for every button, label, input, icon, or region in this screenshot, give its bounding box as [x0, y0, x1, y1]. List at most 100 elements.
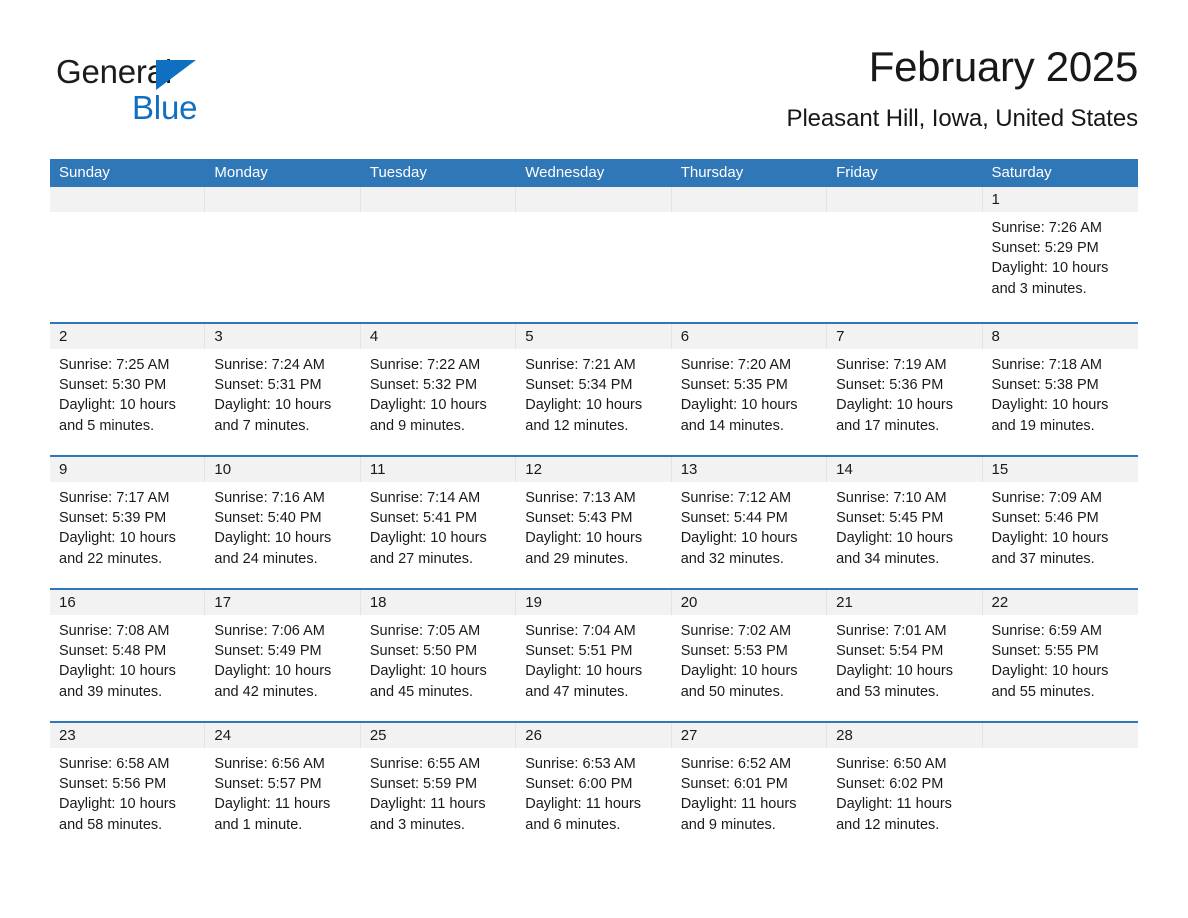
- calendar-day-cell[interactable]: 2 Sunrise: 7:25 AM Sunset: 5:30 PM Daylight…: [50, 324, 206, 455]
- calendar-day-cell[interactable]: 14 Sunrise: 7:10 AM Sunset: 5:45 PM Dayligh…: [827, 457, 983, 588]
- daylight-text: Daylight: 10 hours and 34 minutes.: [836, 530, 953, 567]
- calendar-day-cell[interactable]: 18 Sunrise: 7:05 AM Sunset: 5:50 PM Dayligh…: [360, 590, 517, 721]
- day-number: 11: [369, 461, 386, 478]
- calendar-day-cell[interactable]: 1 Sunrise: 7:26 AM Sunset: 5:29 PM Daylight…: [982, 187, 1138, 322]
- sunset-text: Sunset: 5:44 PM: [680, 510, 788, 527]
- day-details: Sunrise: 6:52 AM Sunset: 6:01 PM Daylight:…: [672, 748, 827, 835]
- daylight-text: Daylight: 10 hours and 5 minutes.: [59, 397, 176, 434]
- sunrise-text: Sunrise: 7:09 AM: [991, 490, 1102, 506]
- daylight-text: Daylight: 10 hours and 7 minutes.: [214, 397, 332, 434]
- daylight-text: Daylight: 10 hours and 32 minutes.: [680, 530, 798, 567]
- calendar-day-cell[interactable]: 23 Sunrise: 6:58 AM Sunset: 5:56 PM Dayligh…: [50, 723, 206, 854]
- day-details: Sunrise: 6:56 AM Sunset: 5:57 PM Daylight:…: [205, 748, 360, 835]
- daylight-text: Daylight: 10 hours and 55 minutes.: [991, 663, 1109, 700]
- day-number-strip: 19: [516, 590, 672, 615]
- calendar-day-cell[interactable]: 5 Sunrise: 7:21 AM Sunset: 5:34 PM Daylight…: [516, 324, 672, 455]
- sunset-text: Sunset: 5:34 PM: [525, 377, 633, 394]
- calendar-day-cell[interactable]: 7 Sunrise: 7:19 AM Sunset: 5:36 PM Daylight…: [827, 324, 983, 455]
- weekday-header-row: Sunday Monday Tuesday Wednesday Thursday Frid…: [50, 159, 1138, 187]
- calendar-day-cell[interactable]: 13 Sunrise: 7:12 AM Sunset: 5:44 PM Dayligh…: [671, 457, 828, 588]
- calendar-week-row: 2 Sunrise: 7:25 AM Sunset: 5:30 PM Daylight…: [50, 322, 1138, 455]
- sunset-text: Sunset: 5:57 PM: [214, 776, 322, 793]
- calendar-day-cell[interactable]: 26 Sunrise: 6:53 AM Sunset: 6:00 PM Dayligh…: [516, 723, 672, 854]
- calendar-day-cell[interactable]: 12 Sunrise: 7:13 AM Sunset: 5:43 PM Dayligh…: [516, 457, 672, 588]
- calendar-day-cell[interactable]: 22 Sunrise: 6:59 AM Sunset: 5:55 PM Dayligh…: [982, 590, 1138, 721]
- calendar-day-cell[interactable]: 24 Sunrise: 6:56 AM Sunset: 5:57 PM Dayligh…: [205, 723, 361, 854]
- sunrise-text: Sunrise: 7:08 AM: [59, 623, 170, 639]
- day-number-strip: 18: [360, 590, 517, 615]
- day-number: 10: [214, 461, 232, 478]
- day-details: Sunrise: 7:17 AM Sunset: 5:39 PM Daylight:…: [50, 482, 205, 569]
- day-number: 3: [214, 328, 223, 345]
- daylight-text: Daylight: 10 hours and 29 minutes.: [525, 530, 643, 567]
- daylight-text: Daylight: 10 hours and 42 minutes.: [214, 663, 332, 700]
- calendar-day-cell[interactable]: 8 Sunrise: 7:18 AM Sunset: 5:38 PM Daylight…: [982, 324, 1138, 455]
- day-details: Sunrise: 7:18 AM Sunset: 5:38 PM Daylight:…: [983, 349, 1138, 436]
- sunset-text: Sunset: 5:30 PM: [59, 377, 167, 394]
- day-number-strip: [360, 187, 517, 212]
- day-number-strip: 2: [50, 324, 206, 349]
- day-number-strip: 22: [982, 590, 1138, 615]
- weekday-header-saturday: Saturday: [991, 164, 1052, 181]
- calendar-day-cell[interactable]: 28 Sunrise: 6:50 AM Sunset: 6:02 PM Dayligh…: [827, 723, 983, 854]
- sunrise-text: Sunrise: 6:53 AM: [525, 756, 636, 772]
- sunset-text: Sunset: 5:43 PM: [525, 510, 633, 527]
- sunrise-text: Sunrise: 7:21 AM: [525, 357, 636, 373]
- logo-text-blue: Blue: [132, 89, 198, 126]
- day-number: 15: [991, 461, 1009, 478]
- day-details: Sunrise: 7:02 AM Sunset: 5:53 PM Daylight:…: [672, 615, 827, 702]
- day-number: 23: [59, 727, 76, 744]
- day-number-strip: [50, 187, 206, 212]
- sunrise-text: Sunrise: 7:13 AM: [525, 490, 636, 506]
- sunrise-text: Sunrise: 7:05 AM: [369, 623, 481, 639]
- weekday-header-monday: Monday: [214, 164, 268, 181]
- generalblue-logo[interactable]: General Blue: [56, 52, 256, 130]
- calendar-week-row: 16 Sunrise: 7:08 AM Sunset: 5:48 PM Dayligh…: [50, 588, 1138, 721]
- sunset-text: Sunset: 5:36 PM: [836, 377, 944, 394]
- day-number-strip: 10: [205, 457, 361, 482]
- calendar-day-cell[interactable]: 11 Sunrise: 7:14 AM Sunset: 5:41 PM Dayligh…: [360, 457, 517, 588]
- day-number-strip: 20: [671, 590, 828, 615]
- calendar-week-row: 9 Sunrise: 7:17 AM Sunset: 5:39 PM Daylight…: [50, 455, 1138, 588]
- calendar-day-cell[interactable]: 17 Sunrise: 7:06 AM Sunset: 5:49 PM Dayligh…: [205, 590, 361, 721]
- day-number-strip: 27: [671, 723, 828, 748]
- calendar-day-cell[interactable]: 25 Sunrise: 6:55 AM Sunset: 5:59 PM Dayligh…: [360, 723, 517, 854]
- daylight-text: Daylight: 10 hours and 27 minutes.: [369, 530, 487, 567]
- day-number-strip: [982, 723, 1138, 748]
- sunrise-text: Sunrise: 6:50 AM: [836, 756, 947, 772]
- daylight-text: Daylight: 10 hours and 53 minutes.: [836, 663, 953, 700]
- calendar-day-cell[interactable]: 27 Sunrise: 6:52 AM Sunset: 6:01 PM Dayligh…: [671, 723, 828, 854]
- sunrise-text: Sunrise: 7:01 AM: [836, 623, 947, 639]
- day-details: Sunrise: 7:20 AM Sunset: 5:35 PM Daylight:…: [672, 349, 827, 436]
- sunrise-text: Sunrise: 6:52 AM: [680, 756, 792, 772]
- sunset-text: Sunset: 5:31 PM: [214, 377, 322, 394]
- daylight-text: Daylight: 10 hours and 58 minutes.: [59, 796, 176, 833]
- calendar-day-cell[interactable]: 4 Sunrise: 7:22 AM Sunset: 5:32 PM Daylight…: [360, 324, 517, 455]
- day-details: Sunrise: 6:50 AM Sunset: 6:02 PM Daylight:…: [827, 748, 982, 835]
- sunset-text: Sunset: 5:59 PM: [369, 776, 478, 793]
- daylight-text: Daylight: 10 hours and 47 minutes.: [525, 663, 643, 700]
- day-details: Sunrise: 7:26 AM Sunset: 5:29 PM Daylight:…: [983, 212, 1138, 299]
- day-number-strip: 17: [205, 590, 361, 615]
- sunset-text: Sunset: 5:46 PM: [991, 510, 1099, 527]
- calendar-day-cell[interactable]: 15 Sunrise: 7:09 AM Sunset: 5:46 PM Dayligh…: [982, 457, 1138, 588]
- daylight-text: Daylight: 10 hours and 45 minutes.: [369, 663, 487, 700]
- calendar-day-cell[interactable]: 3 Sunrise: 7:24 AM Sunset: 5:31 PM Daylight…: [205, 324, 361, 455]
- calendar-day-cell[interactable]: 16 Sunrise: 7:08 AM Sunset: 5:48 PM Dayligh…: [50, 590, 206, 721]
- sunset-text: Sunset: 5:35 PM: [680, 377, 788, 394]
- calendar-day-cell[interactable]: 9 Sunrise: 7:17 AM Sunset: 5:39 PM Daylight…: [50, 457, 206, 588]
- location-subtitle: Pleasant Hill, Iowa, United States: [786, 105, 1139, 132]
- day-number: 4: [369, 328, 379, 345]
- calendar-grid: Sunday Monday Tuesday Wednesday Thursday Frid…: [50, 159, 1138, 854]
- calendar-day-cell[interactable]: 6 Sunrise: 7:20 AM Sunset: 5:35 PM Daylight…: [671, 324, 828, 455]
- calendar-day-cell[interactable]: 20 Sunrise: 7:02 AM Sunset: 5:53 PM Dayligh…: [671, 590, 828, 721]
- day-number: 5: [525, 328, 534, 345]
- calendar-day-cell[interactable]: 21 Sunrise: 7:01 AM Sunset: 5:54 PM Dayligh…: [827, 590, 983, 721]
- calendar-week-row: 1 Sunrise: 7:26 AM Sunset: 5:29 PM Daylight…: [50, 187, 1138, 322]
- calendar-day-cell[interactable]: 10 Sunrise: 7:16 AM Sunset: 5:40 PM Dayligh…: [205, 457, 361, 588]
- day-details: Sunrise: 7:10 AM Sunset: 5:45 PM Daylight:…: [827, 482, 982, 569]
- sunrise-text: Sunrise: 7:20 AM: [680, 357, 792, 373]
- day-number: 18: [369, 594, 387, 611]
- calendar-day-cell[interactable]: 19 Sunrise: 7:04 AM Sunset: 5:51 PM Dayligh…: [516, 590, 672, 721]
- logo-triangle-icon: [156, 60, 196, 90]
